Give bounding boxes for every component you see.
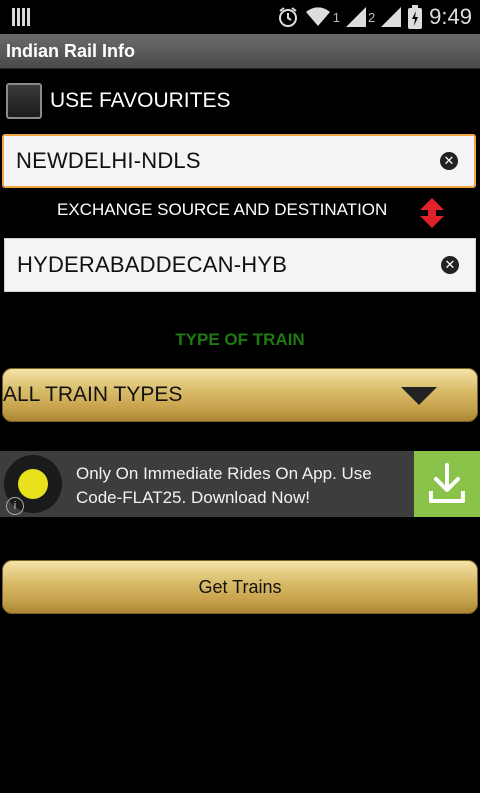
- destination-station-input[interactable]: HYDERABADDECAN-HYB ✕: [4, 238, 476, 292]
- ad-info-icon[interactable]: i: [6, 497, 24, 515]
- ad-banner[interactable]: i Only On Immediate Rides On App. Use Co…: [0, 451, 480, 517]
- exchange-source-destination[interactable]: EXCHANGE SOURCE AND DESTINATION: [0, 198, 480, 228]
- signal-icon: [381, 7, 402, 27]
- use-favourites-checkbox[interactable]: USE FAVOURITES: [6, 81, 230, 121]
- destination-station-value[interactable]: HYDERABADDECAN-HYB: [5, 252, 441, 278]
- clock: 9:49: [429, 4, 472, 29]
- exchange-label[interactable]: EXCHANGE SOURCE AND DESTINATION: [57, 200, 387, 220]
- app-title: Indian Rail Info: [6, 41, 135, 61]
- signal-icon: [345, 7, 366, 27]
- dropdown-arrow-icon[interactable]: [401, 387, 437, 405]
- sim2-label: 2: [367, 9, 376, 25]
- type-of-train-label: TYPE OF TRAIN: [175, 330, 305, 349]
- get-trains-label[interactable]: Get Trains: [198, 577, 281, 597]
- checkbox-box[interactable]: [6, 83, 42, 119]
- clear-destination-icon[interactable]: ✕: [441, 256, 459, 274]
- swap-arrows-icon[interactable]: [420, 198, 444, 228]
- train-type-dropdown[interactable]: ALL TRAIN TYPES: [2, 368, 478, 422]
- notification-icon: [12, 8, 32, 26]
- clear-source-icon[interactable]: ✕: [440, 152, 458, 170]
- sim1-label: 1: [332, 9, 340, 25]
- source-station-value[interactable]: NEWDELHI-NDLS: [4, 148, 440, 174]
- download-icon: [429, 463, 465, 503]
- train-type-selected[interactable]: ALL TRAIN TYPES: [3, 383, 182, 407]
- use-favourites-label: USE FAVOURITES: [50, 89, 231, 112]
- status-icons: 1 2 9:49: [277, 4, 472, 30]
- status-bar: 1 2 9:49: [0, 0, 480, 34]
- wifi-icon: [305, 7, 330, 26]
- ad-download-button[interactable]: [414, 451, 480, 517]
- get-trains-button[interactable]: Get Trains: [2, 560, 478, 614]
- alarm-icon: [278, 7, 297, 27]
- battery-icon: [408, 5, 423, 29]
- ad-text[interactable]: Only On Immediate Rides On App. Use Code…: [76, 462, 406, 510]
- source-station-input[interactable]: NEWDELHI-NDLS ✕: [2, 134, 476, 188]
- app-title-bar: Indian Rail Info: [0, 34, 480, 69]
